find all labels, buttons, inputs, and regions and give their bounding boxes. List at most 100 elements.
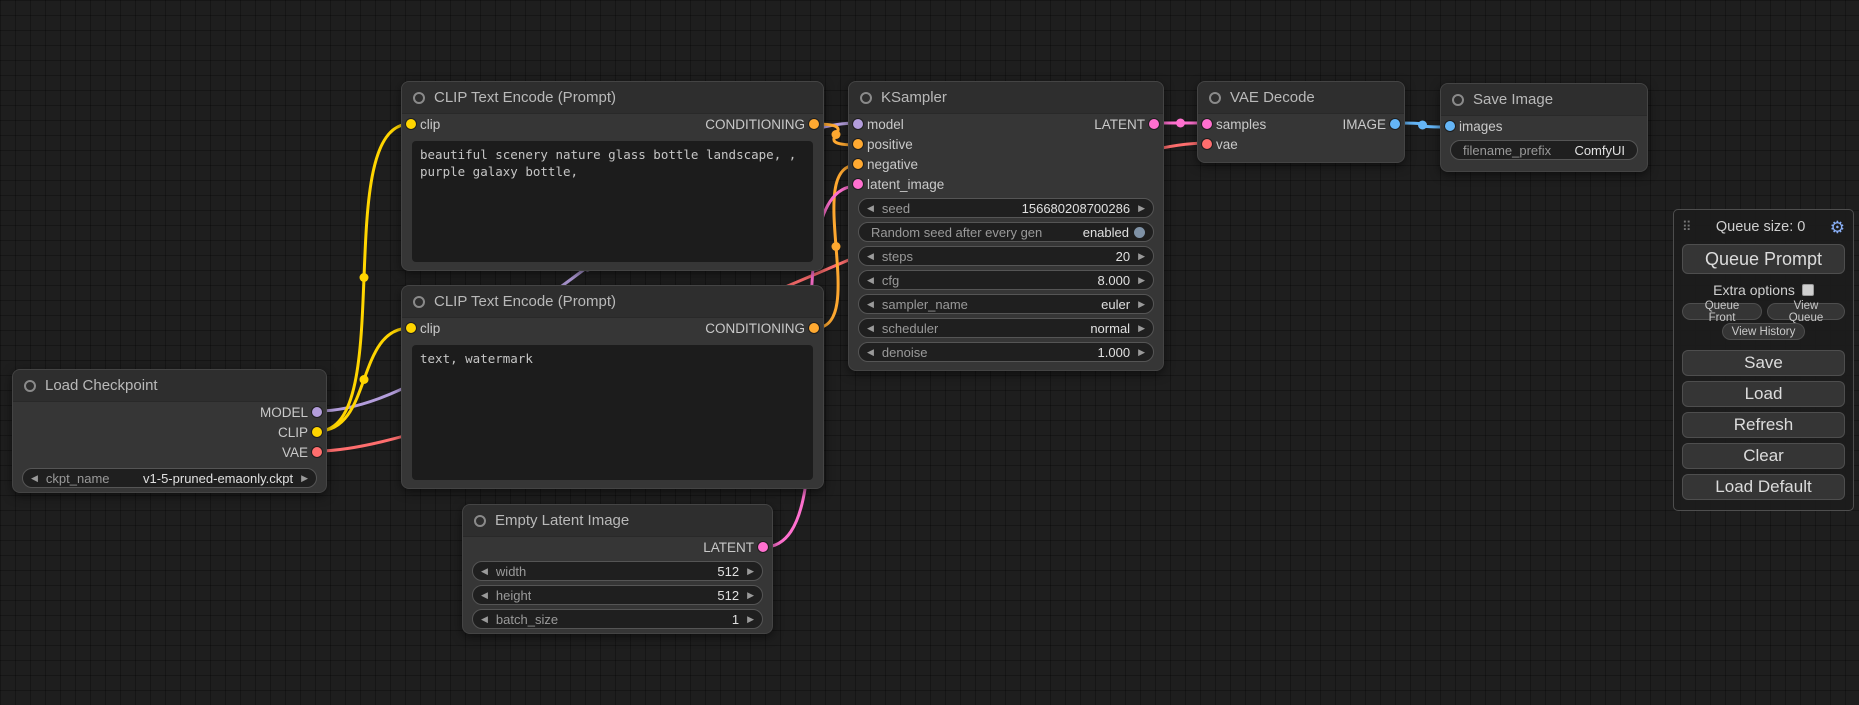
next-arrow-icon[interactable]: ▶ — [1138, 204, 1145, 213]
input-label: clip — [420, 117, 440, 132]
next-arrow-icon[interactable]: ▶ — [747, 591, 754, 600]
widget-label: ckpt_name — [46, 471, 110, 486]
conditioning-output-dot[interactable] — [809, 119, 819, 129]
queue-buttons-row: Queue Front View Queue — [1682, 303, 1845, 320]
images-input-dot[interactable] — [1445, 121, 1455, 131]
vae-input-dot[interactable] — [1202, 139, 1212, 149]
widget-value: 1.000 — [1098, 345, 1131, 360]
node-title-bar[interactable]: VAE Decode — [1198, 82, 1404, 114]
node-title: CLIP Text Encode (Prompt) — [434, 293, 616, 310]
prev-arrow-icon[interactable]: ◀ — [867, 348, 874, 357]
refresh-button[interactable]: Refresh — [1682, 412, 1845, 438]
node-title-bar[interactable]: CLIP Text Encode (Prompt) — [402, 82, 823, 114]
prev-arrow-icon[interactable]: ◀ — [867, 324, 874, 333]
prev-arrow-icon[interactable]: ◀ — [867, 252, 874, 261]
next-arrow-icon[interactable]: ▶ — [1138, 252, 1145, 261]
node-title-bar[interactable]: Load Checkpoint — [13, 370, 326, 402]
clip-input-dot[interactable] — [406, 323, 416, 333]
node-vae-decode[interactable]: VAE Decode IMAGE samples vae — [1197, 81, 1405, 163]
width-widget[interactable]: ◀ width 512 ▶ — [472, 561, 763, 581]
scheduler-widget[interactable]: ◀ scheduler normal ▶ — [858, 318, 1154, 338]
extra-options-checkbox[interactable] — [1802, 284, 1814, 296]
widget-value: ComfyUI — [1574, 143, 1625, 158]
widget-label: filename_prefix — [1463, 143, 1551, 158]
save-button[interactable]: Save — [1682, 350, 1845, 376]
prev-arrow-icon[interactable]: ◀ — [481, 615, 488, 624]
steps-widget[interactable]: ◀ steps 20 ▶ — [858, 246, 1154, 266]
node-title: Load Checkpoint — [45, 377, 158, 394]
clip-input-dot[interactable] — [406, 119, 416, 129]
load-default-button[interactable]: Load Default — [1682, 474, 1845, 500]
negative-input-dot[interactable] — [853, 159, 863, 169]
vae-output-dot[interactable] — [312, 447, 322, 457]
node-save-image[interactable]: Save Image images filename_prefix ComfyU… — [1440, 83, 1648, 172]
denoise-widget[interactable]: ◀ denoise 1.000 ▶ — [858, 342, 1154, 362]
prev-arrow-icon[interactable]: ◀ — [867, 300, 874, 309]
random-seed-widget[interactable]: Random seed after every gen enabled — [858, 222, 1154, 242]
next-arrow-icon[interactable]: ▶ — [1138, 324, 1145, 333]
settings-gear-icon[interactable]: ⚙ — [1830, 219, 1845, 236]
cfg-widget[interactable]: ◀ cfg 8.000 ▶ — [858, 270, 1154, 290]
conditioning-output-dot[interactable] — [809, 323, 819, 333]
positive-input-dot[interactable] — [853, 139, 863, 149]
queue-front-button[interactable]: Queue Front — [1682, 303, 1762, 320]
collapse-dot-icon[interactable] — [1209, 92, 1221, 104]
next-arrow-icon[interactable]: ▶ — [301, 474, 308, 483]
positive-prompt-textarea[interactable]: beautiful scenery nature glass bottle la… — [412, 141, 813, 262]
node-empty-latent-image[interactable]: Empty Latent Image LATENT ◀ width 512 ▶ … — [462, 504, 773, 634]
widget-value: v1-5-pruned-emaonly.ckpt — [143, 471, 293, 486]
output-label: CONDITIONING — [705, 321, 805, 336]
view-queue-button[interactable]: View Queue — [1767, 303, 1845, 320]
widget-value: 512 — [717, 564, 739, 579]
prev-arrow-icon[interactable]: ◀ — [867, 276, 874, 285]
model-output-dot[interactable] — [312, 407, 322, 417]
model-input-dot[interactable] — [853, 119, 863, 129]
collapse-dot-icon[interactable] — [413, 296, 425, 308]
toggle-dot-icon[interactable] — [1134, 227, 1145, 238]
collapse-dot-icon[interactable] — [413, 92, 425, 104]
output-slot-model: MODEL — [13, 402, 326, 422]
samples-input-dot[interactable] — [1202, 119, 1212, 129]
latent-output-dot[interactable] — [758, 542, 768, 552]
filename-prefix-widget[interactable]: filename_prefix ComfyUI — [1450, 140, 1638, 160]
next-arrow-icon[interactable]: ▶ — [1138, 300, 1145, 309]
clip-output-dot[interactable] — [312, 427, 322, 437]
latent-image-input-dot[interactable] — [853, 179, 863, 189]
node-title-bar[interactable]: CLIP Text Encode (Prompt) — [402, 286, 823, 318]
node-title-bar[interactable]: KSampler — [849, 82, 1163, 114]
next-arrow-icon[interactable]: ▶ — [747, 615, 754, 624]
widget-value: 512 — [717, 588, 739, 603]
node-title-bar[interactable]: Empty Latent Image — [463, 505, 772, 537]
next-arrow-icon[interactable]: ▶ — [1138, 276, 1145, 285]
drag-handle-icon[interactable]: ⠿ — [1682, 219, 1692, 235]
collapse-dot-icon[interactable] — [860, 92, 872, 104]
node-clip-text-encode-negative[interactable]: CLIP Text Encode (Prompt) clip CONDITION… — [401, 285, 824, 489]
collapse-dot-icon[interactable] — [1452, 94, 1464, 106]
collapse-dot-icon[interactable] — [24, 380, 36, 392]
node-title-bar[interactable]: Save Image — [1441, 84, 1647, 116]
widget-value: enabled — [1083, 225, 1129, 240]
seed-widget[interactable]: ◀ seed 156680208700286 ▶ — [858, 198, 1154, 218]
view-history-button[interactable]: View History — [1722, 323, 1806, 340]
input-label: latent_image — [867, 177, 944, 192]
next-arrow-icon[interactable]: ▶ — [747, 567, 754, 576]
ckpt-name-widget[interactable]: ◀ ckpt_name v1-5-pruned-emaonly.ckpt ▶ — [22, 468, 317, 488]
next-arrow-icon[interactable]: ▶ — [1138, 348, 1145, 357]
batch-size-widget[interactable]: ◀ batch_size 1 ▶ — [472, 609, 763, 629]
input-slot-vae: vae — [1198, 134, 1404, 154]
node-clip-text-encode-positive[interactable]: CLIP Text Encode (Prompt) clip CONDITION… — [401, 81, 824, 271]
collapse-dot-icon[interactable] — [474, 515, 486, 527]
prev-arrow-icon[interactable]: ◀ — [481, 591, 488, 600]
node-ksampler[interactable]: KSampler LATENT model positive negative … — [848, 81, 1164, 371]
node-load-checkpoint[interactable]: Load Checkpoint MODEL CLIP VAE ◀ ckpt_na… — [12, 369, 327, 493]
prev-arrow-icon[interactable]: ◀ — [31, 474, 38, 483]
sampler-name-widget[interactable]: ◀ sampler_name euler ▶ — [858, 294, 1154, 314]
prev-arrow-icon[interactable]: ◀ — [867, 204, 874, 213]
negative-prompt-textarea[interactable]: text, watermark — [412, 345, 813, 480]
clear-button[interactable]: Clear — [1682, 443, 1845, 469]
load-button[interactable]: Load — [1682, 381, 1845, 407]
input-slot-samples: samples — [1198, 114, 1404, 134]
height-widget[interactable]: ◀ height 512 ▶ — [472, 585, 763, 605]
prev-arrow-icon[interactable]: ◀ — [481, 567, 488, 576]
queue-prompt-button[interactable]: Queue Prompt — [1682, 244, 1845, 274]
